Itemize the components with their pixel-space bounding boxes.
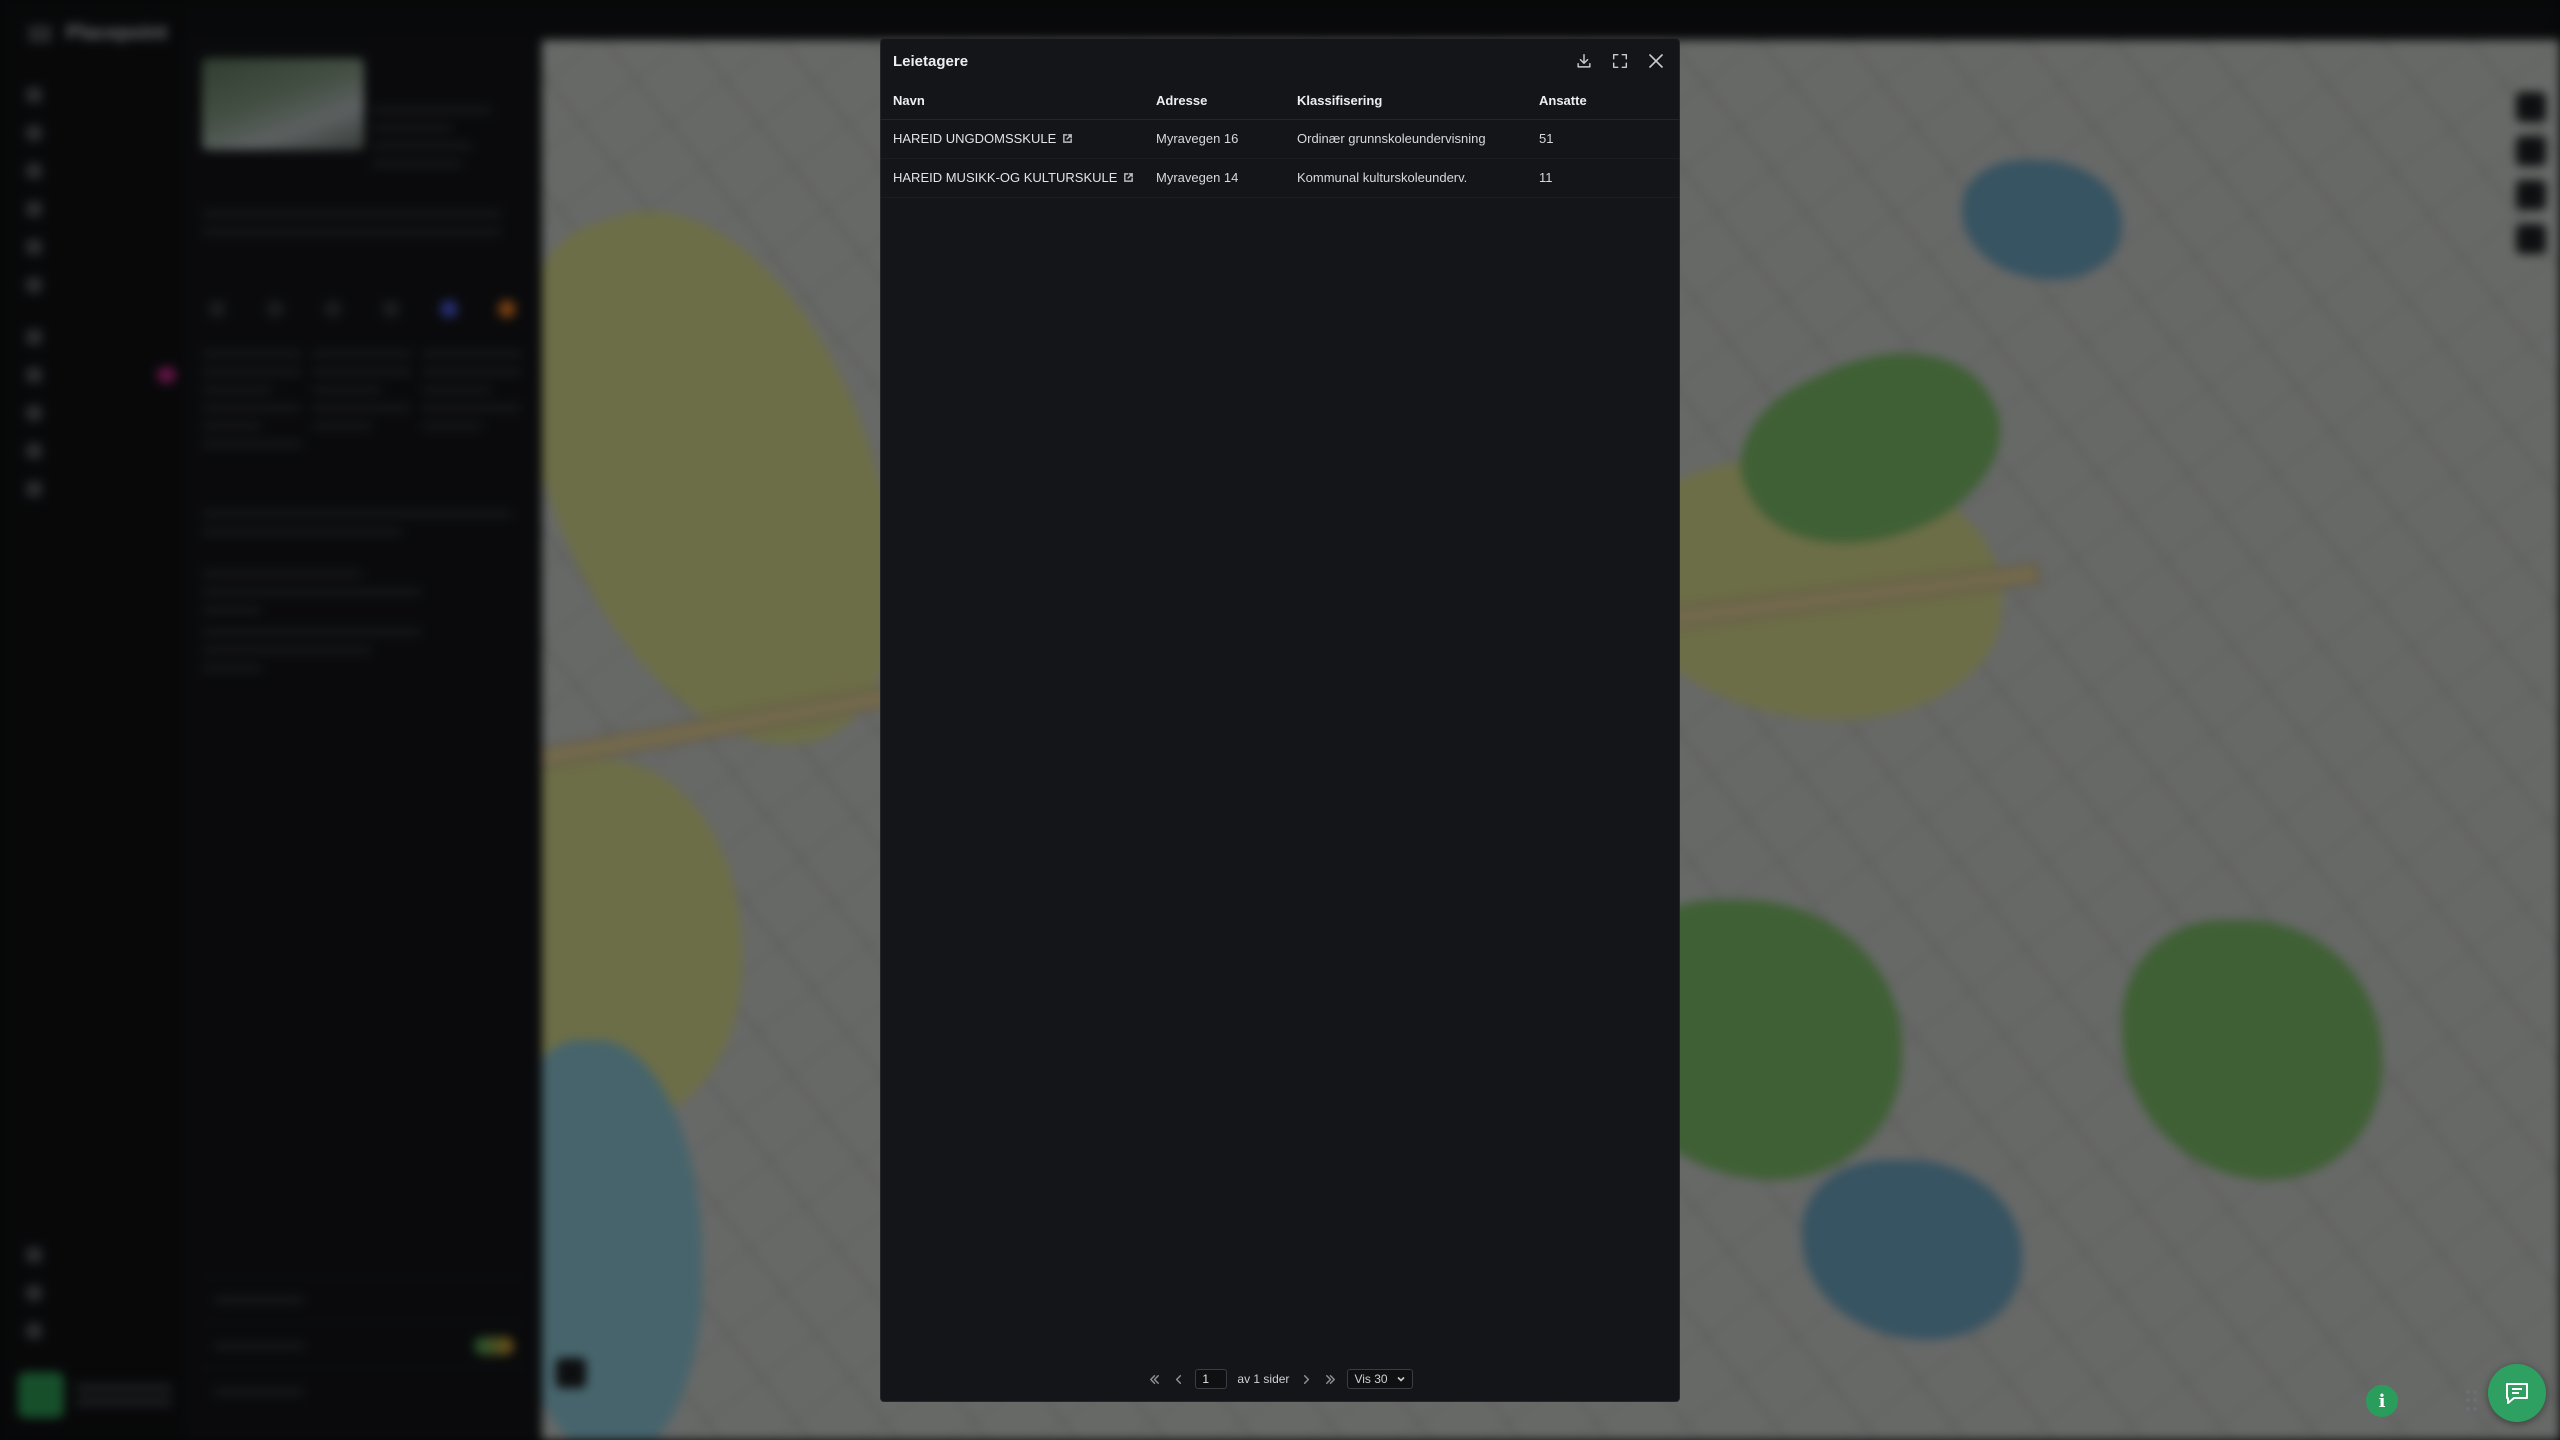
close-button[interactable] bbox=[1645, 50, 1667, 72]
page-size-select[interactable]: Vis 30 bbox=[1347, 1369, 1413, 1389]
cell-klassifisering: Kommunal kulturskoleunderv. bbox=[1297, 158, 1539, 198]
tenant-name-link[interactable]: HAREID MUSIKK-OG KULTURSKULE bbox=[893, 170, 1117, 185]
modal-title: Leietagere bbox=[893, 52, 969, 70]
table-header-row: Navn Adresse Klassifisering Ansatte bbox=[881, 83, 1679, 120]
next-page-button[interactable] bbox=[1299, 1372, 1313, 1386]
page-count-label: av 1 sider bbox=[1237, 1372, 1290, 1386]
external-link-icon[interactable] bbox=[1123, 171, 1134, 182]
column-header-navn[interactable]: Navn bbox=[881, 83, 1156, 120]
chevron-down-icon bbox=[1397, 1376, 1405, 1382]
cell-klassifisering: Ordinær grunnskoleundervisning bbox=[1297, 119, 1539, 159]
cell-ansatte: 11 bbox=[1539, 158, 1679, 198]
column-header-ansatte[interactable]: Ansatte bbox=[1539, 83, 1679, 120]
drag-handle-icon[interactable] bbox=[2466, 1390, 2480, 1412]
double-chevron-right-icon bbox=[1325, 1374, 1335, 1384]
chat-icon bbox=[2506, 1383, 2528, 1404]
close-icon bbox=[1649, 54, 1663, 68]
external-link-icon[interactable] bbox=[1062, 132, 1073, 143]
fullscreen-button[interactable] bbox=[1609, 50, 1631, 72]
double-chevron-left-icon bbox=[1149, 1374, 1159, 1384]
info-button[interactable]: i bbox=[2366, 1385, 2398, 1417]
cell-adresse: Myravegen 16 bbox=[1156, 119, 1297, 159]
table-row[interactable]: HAREID MUSIKK-OG KULTURSKULE Myravegen 1… bbox=[881, 158, 1679, 198]
expand-icon bbox=[1612, 53, 1628, 69]
first-page-button[interactable] bbox=[1147, 1372, 1161, 1386]
cell-navn: HAREID MUSIKK-OG KULTURSKULE bbox=[881, 158, 1156, 198]
download-button[interactable] bbox=[1573, 50, 1595, 72]
cell-adresse: Myravegen 14 bbox=[1156, 158, 1297, 198]
tenants-table: Navn Adresse Klassifisering Ansatte HARE… bbox=[881, 83, 1679, 198]
info-icon: i bbox=[2378, 1390, 2386, 1412]
modal-header: Leietagere bbox=[881, 39, 1679, 83]
chat-button[interactable] bbox=[2488, 1364, 2546, 1422]
previous-page-button[interactable] bbox=[1171, 1372, 1185, 1386]
table-row[interactable]: HAREID UNGDOMSSKULE Myravegen 16 Ordinær… bbox=[881, 119, 1679, 159]
modal-actions bbox=[1573, 50, 1667, 72]
page-number-input[interactable] bbox=[1195, 1369, 1228, 1389]
cell-navn: HAREID UNGDOMSSKULE bbox=[881, 119, 1156, 159]
chevron-right-icon bbox=[1303, 1374, 1310, 1384]
chevron-left-icon bbox=[1175, 1374, 1182, 1384]
pagination: av 1 sider Vis 30 bbox=[881, 1369, 1679, 1389]
tenants-modal: Leietagere Navn Adresse Klassifisering A… bbox=[880, 38, 1680, 1402]
column-header-klassifisering[interactable]: Klassifisering bbox=[1297, 83, 1539, 120]
page-size-label: Vis 30 bbox=[1354, 1372, 1388, 1386]
last-page-button[interactable] bbox=[1323, 1372, 1337, 1386]
tenant-name-link[interactable]: HAREID UNGDOMSSKULE bbox=[893, 131, 1056, 146]
download-icon bbox=[1577, 53, 1591, 68]
column-header-adresse[interactable]: Adresse bbox=[1156, 83, 1297, 120]
cell-ansatte: 51 bbox=[1539, 119, 1679, 159]
